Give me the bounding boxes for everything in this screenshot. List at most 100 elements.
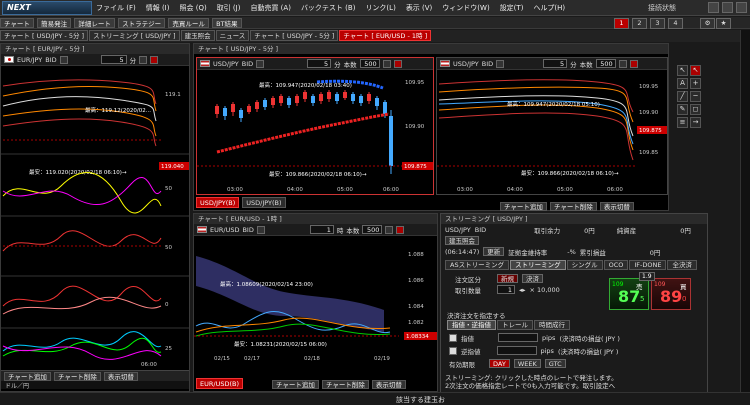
close-button[interactable] <box>736 2 747 13</box>
hline-tool-icon[interactable]: ─ <box>690 91 701 102</box>
cursor-icon[interactable]: ↖ <box>677 65 688 76</box>
menu-icon[interactable] <box>385 225 394 234</box>
switch-view-button[interactable]: 表示切替 <box>103 371 138 381</box>
expire-gtc[interactable]: GTC <box>544 359 566 368</box>
menu-backtest[interactable]: バックテスト (B) <box>301 3 356 13</box>
chart-tab[interactable]: USD/JPY(B) <box>242 197 286 208</box>
period-input[interactable]: 5 <box>100 55 127 64</box>
line-tool-icon[interactable]: ╱ <box>677 91 688 102</box>
menu-auto[interactable]: 自動売買 (A) <box>250 3 290 13</box>
menu-window[interactable]: ウィンドウ(W) <box>442 3 489 13</box>
toolbar-strategy[interactable]: ストラテジー <box>118 18 166 28</box>
settings-icon[interactable]: ⚙ <box>700 18 715 29</box>
panel-tab-active[interactable]: チャート [ EUR/USD - 1時 ] <box>339 30 432 41</box>
period-input[interactable]: 1 <box>309 225 334 234</box>
close-order-button[interactable]: 決済 <box>522 274 543 283</box>
delete-chart-button[interactable]: チャート削除 <box>53 371 101 381</box>
menu-icon[interactable] <box>618 59 627 68</box>
chart-tab[interactable]: EUR/USD(B) <box>196 378 243 389</box>
minimize-button[interactable] <box>708 2 719 13</box>
add-chart-button[interactable]: チャート追加 <box>4 371 51 381</box>
count-input[interactable]: 500 <box>362 225 383 234</box>
tab-limit-stop[interactable]: 指値・逆指値 <box>447 320 496 330</box>
close-chart-icon[interactable] <box>393 59 402 68</box>
toolbar-rules[interactable]: 売買ルール <box>168 18 209 28</box>
period-input[interactable]: 5 <box>543 59 568 68</box>
menu-icon[interactable] <box>382 59 391 68</box>
buy-button[interactable]: 109 買 89 0 <box>651 278 691 310</box>
switch-view-button[interactable]: 表示切替 <box>599 202 634 211</box>
toolbar-chart[interactable]: チャート <box>0 18 34 28</box>
expire-week[interactable]: WEEK <box>513 359 541 368</box>
panel-tab[interactable]: ニュース <box>215 30 250 41</box>
quantity-input[interactable]: 1 <box>497 285 515 294</box>
add-chart-button[interactable]: チャート追加 <box>272 380 319 389</box>
close-chart-icon[interactable] <box>150 55 159 64</box>
count-input[interactable]: 500 <box>595 59 616 68</box>
panel-tab[interactable]: チャート [ USD/JPY - 5分 ] <box>0 30 89 41</box>
text-tool-icon[interactable]: A <box>677 78 688 89</box>
toolbar-bt-result[interactable]: BT結果 <box>212 18 242 28</box>
add-chart-button[interactable]: チャート追加 <box>500 202 547 211</box>
switch-view-button[interactable]: 表示切替 <box>371 380 406 389</box>
pencil-icon[interactable]: ✎ <box>677 104 688 115</box>
right-scrollbar[interactable] <box>740 30 750 404</box>
stop-checkbox[interactable] <box>449 346 457 355</box>
arrow-icon[interactable]: → <box>690 117 701 128</box>
count-input[interactable]: 500 <box>359 59 380 68</box>
limit-checkbox[interactable] <box>449 333 457 342</box>
pointer-icon[interactable]: ↖ <box>690 65 701 76</box>
tab-ifdone[interactable]: IF-DONE <box>629 260 667 270</box>
eraser-icon[interactable]: ◻ <box>690 104 701 115</box>
toolbar-quick-order[interactable]: 簡易発注 <box>37 18 72 28</box>
tab-oco[interactable]: OCO <box>603 260 629 270</box>
chart-icon[interactable] <box>496 59 505 68</box>
tab-trail[interactable]: トレール <box>497 320 533 330</box>
panel-tab[interactable]: 建玉照会 <box>180 30 215 41</box>
chart-icon[interactable] <box>59 55 68 64</box>
menu-trade[interactable]: 取引 (J) <box>217 3 241 13</box>
close-chart-icon[interactable] <box>629 59 638 68</box>
sell-button[interactable]: 109 売 87 5 <box>609 278 649 310</box>
screen-tab-4[interactable]: 4 <box>668 18 683 29</box>
menu-icon[interactable] <box>139 55 148 64</box>
fib-icon[interactable]: ≡ <box>677 117 688 128</box>
chart-icon[interactable] <box>256 225 265 234</box>
close-chart-icon[interactable] <box>396 225 405 234</box>
stop-input[interactable] <box>496 346 537 355</box>
crosshair-icon[interactable]: + <box>690 78 701 89</box>
screen-tab-2[interactable]: 2 <box>632 18 647 29</box>
limit-input[interactable] <box>498 333 538 342</box>
new-order-button[interactable]: 新規 <box>497 274 518 283</box>
quantity-stepper-icon[interactable]: ◂▸ <box>519 286 526 294</box>
period-input[interactable]: 5 <box>307 59 332 68</box>
panel-tab[interactable]: ストリーミング [ USD/JPY ] <box>89 30 180 41</box>
panel-tab[interactable]: チャート [ USD/JPY - 5分 ] <box>250 30 339 41</box>
menu-settings[interactable]: 設定(T) <box>500 3 524 13</box>
menu-info[interactable]: 情報 (I) <box>146 3 170 13</box>
tab-as-streaming[interactable]: ASストリーミング <box>445 260 510 270</box>
maximize-button[interactable] <box>722 2 733 13</box>
refresh-button[interactable]: 更新 <box>483 247 505 256</box>
tab-streaming[interactable]: ストリーミング <box>510 260 566 270</box>
delete-chart-button[interactable]: チャート削除 <box>321 380 369 389</box>
screen-tab-3[interactable]: 3 <box>650 18 665 29</box>
star-icon[interactable]: ★ <box>716 18 731 29</box>
position-button[interactable]: 建玉照会 <box>445 236 479 245</box>
chart-icon[interactable] <box>256 59 265 68</box>
chart-tab[interactable]: USD/JPY(B) <box>196 197 240 208</box>
screen-tab-1[interactable]: 1 <box>614 18 629 29</box>
tab-time-market[interactable]: 時間成行 <box>534 320 570 330</box>
menu-query[interactable]: 照会 (Q) <box>179 3 206 13</box>
expire-day[interactable]: DAY <box>489 359 510 368</box>
menu-view[interactable]: 表示 (V) <box>406 3 432 13</box>
tab-close-all[interactable]: 全決済 <box>667 260 697 270</box>
tab-single[interactable]: シングル <box>566 260 603 270</box>
toolbar-rate[interactable]: 詳細レート <box>74 18 115 28</box>
menu-link[interactable]: リンク(L) <box>365 3 395 13</box>
pair-label: EUR/USD <box>210 225 240 234</box>
delete-chart-button[interactable]: チャート削除 <box>549 202 597 211</box>
menu-file[interactable]: ファイル (F) <box>96 3 136 13</box>
menu-help[interactable]: ヘルプ(H) <box>533 3 565 13</box>
pair-select[interactable]: ドル／円 <box>1 381 189 390</box>
